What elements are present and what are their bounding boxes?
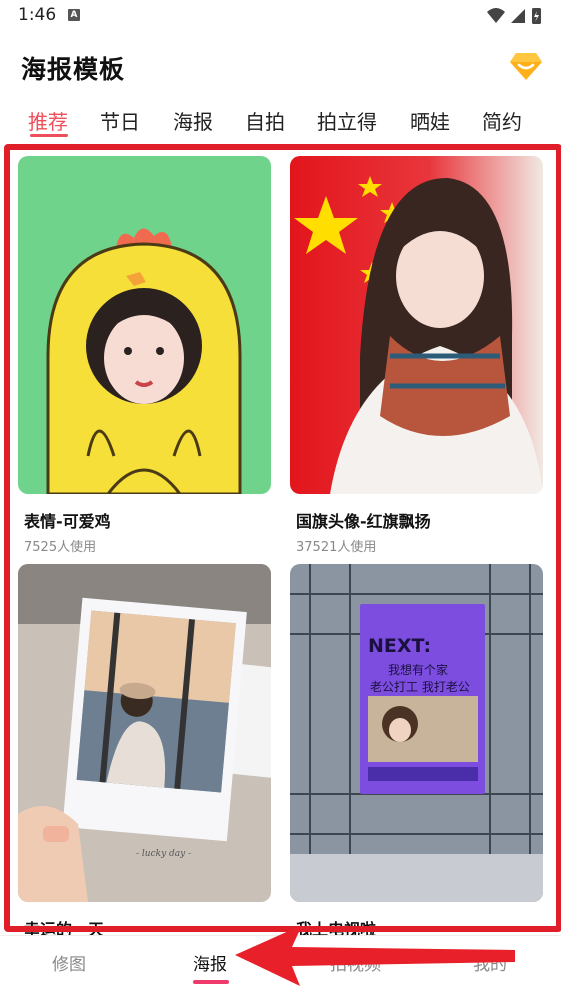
nav-poster[interactable]: 海报 [193,950,227,975]
active-tab-indicator [30,134,68,137]
signal-icon [511,9,525,23]
nav-edit-photo[interactable]: 修图 [52,950,86,975]
status-icons [487,8,541,24]
tab-poster[interactable]: 海报 [173,106,213,135]
tab-instant-photo[interactable]: 拍立得 [317,106,377,135]
tab-festival[interactable]: 节日 [100,106,140,135]
annotation-arrow-icon [235,925,515,986]
status-time: 1:46 [18,5,57,25]
header: 海报模板 [0,40,561,92]
notification-icon: A [68,9,80,21]
tab-kids[interactable]: 晒娃 [410,106,450,135]
page-title: 海报模板 [21,55,126,84]
highlight-frame [4,144,561,932]
tab-simple[interactable]: 简约 [482,106,522,135]
category-tabs: 推荐 节日 海报 自拍 拍立得 晒娃 简约 [0,100,561,144]
tab-recommend[interactable]: 推荐 [28,106,68,135]
diamond-vip-icon[interactable] [509,50,543,82]
status-bar: 1:46 A [0,0,561,32]
tab-selfie[interactable]: 自拍 [245,106,285,135]
active-nav-indicator [193,980,229,984]
wifi-icon [487,8,505,23]
